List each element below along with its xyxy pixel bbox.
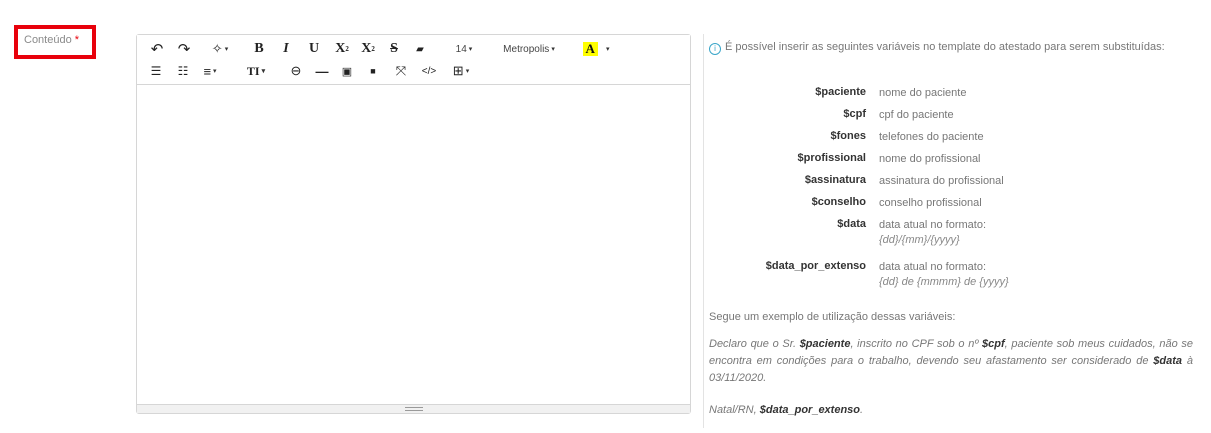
image-icon[interactable]: ▣ <box>339 61 355 81</box>
bold-button[interactable]: B <box>251 39 267 59</box>
grip-icon <box>405 407 423 411</box>
help-intro: iÉ possível inserir as seguintes variáve… <box>709 40 1197 55</box>
ordered-list-icon[interactable]: ☷ <box>175 61 191 81</box>
underline-button[interactable]: U <box>306 39 322 59</box>
example-signature: Natal/RN, $data_por_extenso. <box>709 404 864 416</box>
redo-button[interactable]: ↷ <box>175 39 193 59</box>
magic-wand-icon[interactable]: ✧ ▾ <box>207 39 233 59</box>
align-dropdown[interactable]: ≡ ▾ <box>197 61 223 81</box>
strikethrough-button[interactable]: S <box>386 39 402 59</box>
variables-help-panel: iÉ possível inserir as seguintes variáve… <box>709 40 1197 416</box>
variable-desc: data atual no formato: {dd}/{mm}/{yyyy} <box>879 219 987 246</box>
font-size-dropdown[interactable]: 14 ▾ <box>452 39 476 59</box>
undo-button[interactable]: ↶ <box>148 39 166 59</box>
highlight-color-dropdown[interactable]: A ▾ <box>579 39 613 59</box>
font-family-dropdown[interactable]: Metropolis ▾ <box>497 39 561 59</box>
subscript-button[interactable]: X2 <box>359 39 377 59</box>
fullscreen-icon[interactable]: ⤧ <box>393 61 409 81</box>
link-icon[interactable]: ⊖ <box>287 61 305 81</box>
italic-button[interactable]: I <box>278 39 294 59</box>
divider <box>703 34 704 428</box>
editor-resize-handle[interactable] <box>137 404 690 413</box>
variable-desc: data atual no formato: {dd} de {mmmm} de… <box>879 261 1009 288</box>
video-icon[interactable]: ■ <box>365 61 381 81</box>
example-title: Segue um exemplo de utilização dessas va… <box>709 311 956 323</box>
editor-toolbar: ↶ ↷ ✧ ▾ B I U X2 X2 S ▰ 14 ▾ Metropolis ▾ A… <box>137 35 690 85</box>
code-view-icon[interactable]: </> <box>417 61 441 81</box>
editor-content-area[interactable] <box>137 85 690 405</box>
content-label-highlight: Conteúdo * <box>14 25 96 59</box>
eraser-icon[interactable]: ▰ <box>412 39 428 59</box>
info-icon: i <box>709 43 721 55</box>
superscript-button[interactable]: X2 <box>333 39 351 59</box>
table-dropdown[interactable]: ⊞ ▾ <box>449 61 473 81</box>
text-size-dropdown[interactable]: TI ▾ <box>243 61 269 81</box>
unordered-list-icon[interactable]: ☰ <box>148 61 164 81</box>
horizontal-rule-icon[interactable]: — <box>313 61 331 81</box>
example-text: Declaro que o Sr. $paciente, inscrito no… <box>709 338 1193 384</box>
rich-text-editor: ↶ ↷ ✧ ▾ B I U X2 X2 S ▰ 14 ▾ Metropolis ▾ A… <box>136 34 691 414</box>
content-label: Conteúdo * <box>24 34 80 46</box>
